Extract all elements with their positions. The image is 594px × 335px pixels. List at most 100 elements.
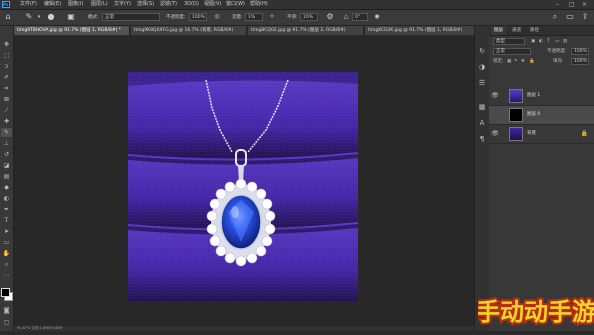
move-tool-icon[interactable]: ✥ bbox=[1, 40, 12, 49]
layer-opacity-input[interactable]: 100% bbox=[571, 48, 589, 55]
pressure-opacity-icon[interactable]: ◎ bbox=[212, 12, 222, 22]
crop-tool-icon[interactable]: ⌗ bbox=[1, 84, 12, 93]
tab-label: timgKCD2K.jpg @ 91.7% (图层 1, RGB/8#) bbox=[368, 28, 463, 33]
menu-layer[interactable]: 图层(L) bbox=[91, 0, 108, 9]
filter-shape-icon[interactable]: ▭ bbox=[555, 39, 559, 44]
zoom-tool-icon[interactable]: ⌕ bbox=[1, 260, 12, 269]
filter-smart-icon[interactable]: ▥ bbox=[563, 39, 567, 44]
paragraph-panel-icon[interactable]: ¶ bbox=[477, 134, 487, 144]
screen-mode-icon[interactable]: ▢ bbox=[1, 318, 12, 327]
healing-tool-icon[interactable]: ✚ bbox=[1, 117, 12, 126]
home-icon[interactable]: ⌂ bbox=[3, 12, 13, 22]
menu-edit[interactable]: 编辑(E) bbox=[44, 0, 61, 9]
gradient-tool-icon[interactable]: ▤ bbox=[1, 172, 12, 181]
layer-row[interactable]: 👁 图层 1 bbox=[489, 87, 594, 106]
opacity-input[interactable]: 100% bbox=[189, 13, 207, 21]
share-icon[interactable]: ⇪ bbox=[580, 12, 590, 22]
history-panel-icon[interactable]: ↻ bbox=[477, 46, 487, 56]
lock-label: 锁定: bbox=[493, 59, 504, 64]
eraser-tool-icon[interactable]: ◪ bbox=[1, 161, 12, 170]
quick-mask-icon[interactable]: ◙ bbox=[1, 306, 12, 315]
brush-size-icon[interactable]: ● bbox=[46, 12, 56, 22]
menu-window[interactable]: 窗口(W) bbox=[226, 0, 245, 9]
maximize-button[interactable]: □ bbox=[569, 0, 575, 9]
angle-icon[interactable]: △ bbox=[341, 12, 351, 22]
layer-row[interactable]: 图层 0 bbox=[489, 106, 594, 125]
chevron-down-icon[interactable]: ▾ bbox=[34, 12, 44, 22]
type-tool-icon[interactable]: T bbox=[1, 216, 12, 225]
tab-document-4[interactable]: timgKCD2K.jpg @ 91.7% (图层 1, RGB/8#) bbox=[365, 26, 484, 35]
history-brush-tool-icon[interactable]: ↺ bbox=[1, 150, 12, 159]
pressure-size-icon[interactable]: ◉ bbox=[372, 12, 382, 22]
brush-icon[interactable]: ✎ bbox=[24, 12, 34, 22]
character-panel-icon[interactable]: A bbox=[477, 118, 487, 128]
menu-3d[interactable]: 3D(D) bbox=[184, 0, 199, 9]
angle-input[interactable]: 0° bbox=[352, 13, 368, 21]
path-select-tool-icon[interactable]: ➤ bbox=[1, 227, 12, 236]
menu-image[interactable]: 图像(I) bbox=[68, 0, 83, 9]
menu-select[interactable]: 选择(S) bbox=[137, 0, 154, 9]
marquee-tool-icon[interactable]: ⬚ bbox=[1, 51, 12, 60]
layer-kind-filter[interactable]: 类型 bbox=[493, 38, 525, 45]
lock-pixels-icon[interactable]: ✎ bbox=[514, 59, 518, 64]
layer-thumbnail bbox=[509, 108, 523, 122]
filter-pixel-icon[interactable]: ▣ bbox=[531, 39, 535, 44]
airbrush-icon[interactable]: ✧ bbox=[267, 12, 277, 22]
minimize-button[interactable]: – bbox=[556, 0, 559, 9]
menu-filter[interactable]: 滤镜(T) bbox=[160, 0, 177, 9]
lock-transparent-icon[interactable]: ▦ bbox=[507, 59, 511, 64]
tab-document-2[interactable]: timg9K8QXXFG.jpg @ 16.7% (背景, RGB/8#) bbox=[131, 26, 247, 35]
tab-document-3[interactable]: timgBCQ02.jpg @ 91.7% (图层 2, RGB/8#) bbox=[248, 26, 364, 35]
necklace-photo bbox=[128, 72, 358, 301]
more-tools-icon[interactable]: ⋯ bbox=[1, 271, 12, 280]
foreground-color-swatch[interactable] bbox=[1, 288, 10, 297]
blur-tool-icon[interactable]: ◆ bbox=[1, 183, 12, 192]
menu-view[interactable]: 视图(V) bbox=[204, 0, 221, 9]
libraries-panel-icon[interactable]: ▦ bbox=[477, 102, 487, 112]
tab-paths[interactable]: 路径 bbox=[527, 26, 542, 35]
frame-tool-icon[interactable]: ⊠ bbox=[1, 95, 12, 104]
filter-type-icon[interactable]: T bbox=[547, 39, 550, 44]
menu-file[interactable]: 文件(F) bbox=[20, 0, 37, 9]
workspace-icon[interactable]: ▭ bbox=[565, 12, 575, 22]
lock-position-icon[interactable]: ✥ bbox=[521, 59, 525, 64]
shape-tool-icon[interactable]: ▭ bbox=[1, 238, 12, 247]
tools-panel: ✥ ⬚ ↄ ✐ ⌗ ⊠ ⁄ ✚ ✎ ⊥ ↺ ◪ ▤ ◆ ◐ ✒ T ➤ ▭ ✋ … bbox=[0, 26, 14, 331]
quick-select-tool-icon[interactable]: ✐ bbox=[1, 73, 12, 82]
lasso-tool-icon[interactable]: ↄ bbox=[1, 62, 12, 71]
dodge-tool-icon[interactable]: ◐ bbox=[1, 194, 12, 203]
layer-fill-input[interactable]: 100% bbox=[571, 58, 589, 65]
tab-channels[interactable]: 通道 bbox=[509, 26, 524, 35]
document-image[interactable] bbox=[128, 72, 358, 301]
close-window-button[interactable]: × bbox=[582, 0, 587, 9]
brush-tool-icon[interactable]: ✎ bbox=[1, 128, 12, 137]
layer-row[interactable]: 👁 背景 🔒 bbox=[489, 125, 594, 144]
eye-icon[interactable]: 👁 bbox=[491, 92, 499, 100]
opacity-label: 不透明度: bbox=[166, 15, 186, 20]
properties-panel-icon[interactable]: ☰ bbox=[477, 78, 487, 88]
menu-help[interactable]: 帮助(H) bbox=[250, 0, 268, 9]
tab-layers[interactable]: 图层 bbox=[491, 26, 506, 35]
tab-label: timgBCQ02.jpg @ 91.7% (图层 2, RGB/8#) bbox=[251, 28, 346, 33]
filter-adjust-icon[interactable]: ◐ bbox=[539, 39, 543, 44]
adjustments-panel-icon[interactable]: ◑ bbox=[477, 62, 487, 72]
eyedropper-tool-icon[interactable]: ⁄ bbox=[1, 106, 12, 115]
brush-panel-icon[interactable]: ▣ bbox=[66, 12, 76, 22]
eye-icon[interactable]: 👁 bbox=[491, 130, 499, 138]
search-icon[interactable]: ⌕ bbox=[550, 12, 560, 22]
lock-all-icon[interactable]: 🔒 bbox=[529, 59, 535, 64]
pen-tool-icon[interactable]: ✒ bbox=[1, 205, 12, 214]
tab-document-1[interactable]: timg9T8HOVA.jpg @ 91.7% (图层 1, RGB/8#) * bbox=[14, 26, 130, 35]
layer-name: 图层 1 bbox=[527, 93, 541, 98]
hand-tool-icon[interactable]: ✋ bbox=[1, 249, 12, 258]
layer-fill-label: 填充: bbox=[553, 59, 564, 64]
blend-mode-select[interactable]: 正常 bbox=[493, 48, 531, 55]
smoothing-input[interactable]: 10% bbox=[300, 13, 318, 21]
gear-icon[interactable]: ⚙ bbox=[325, 12, 335, 22]
flow-label: 流量: bbox=[232, 15, 243, 20]
eye-hidden-icon[interactable] bbox=[491, 111, 499, 119]
mode-select[interactable]: 正常 bbox=[102, 13, 160, 21]
menu-type[interactable]: 文字(Y) bbox=[114, 0, 131, 9]
flow-input[interactable]: 1% bbox=[245, 13, 263, 21]
stamp-tool-icon[interactable]: ⊥ bbox=[1, 139, 12, 148]
